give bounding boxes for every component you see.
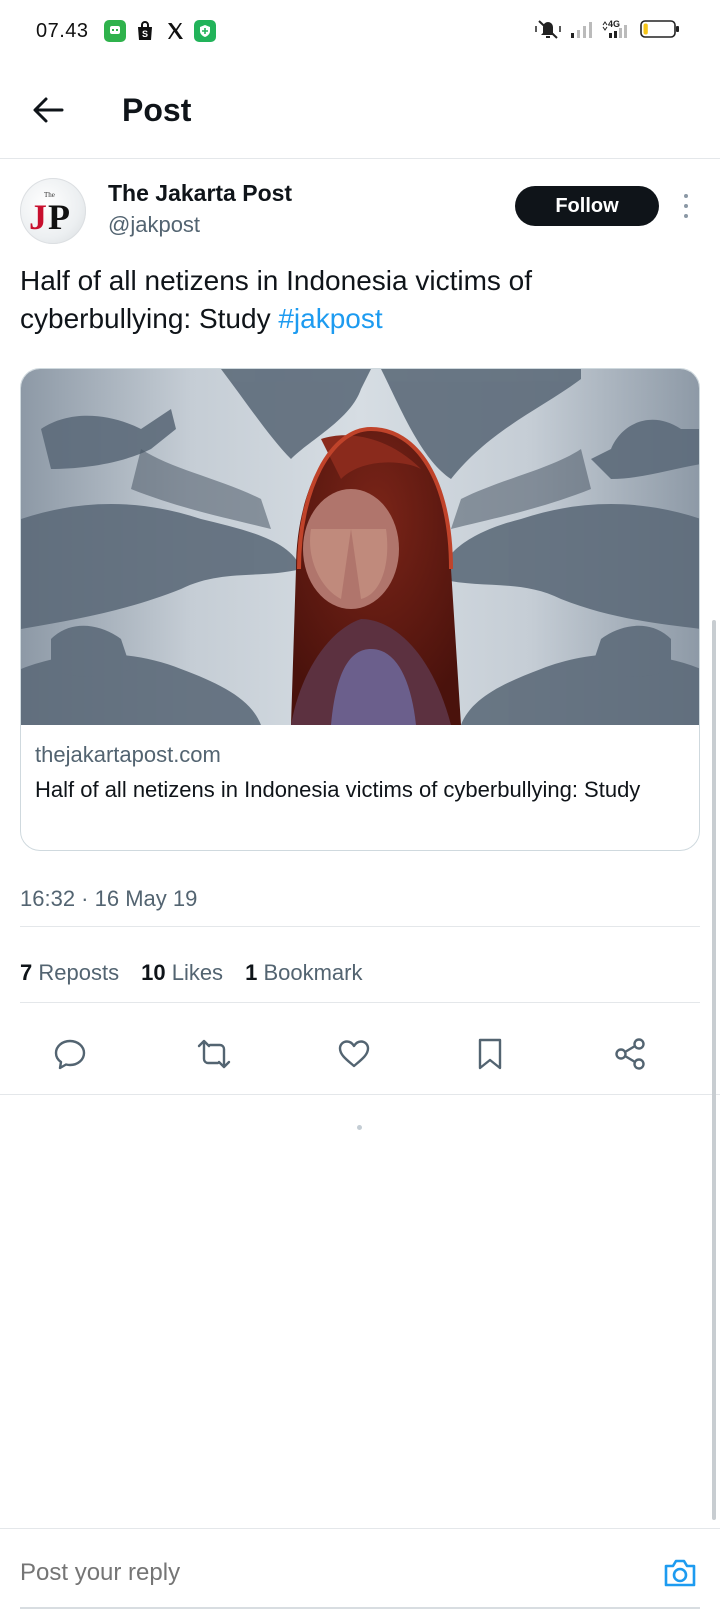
status-indicators: 4G bbox=[534, 18, 680, 40]
follow-button[interactable]: Follow bbox=[515, 186, 659, 226]
like-button[interactable] bbox=[330, 1030, 378, 1078]
shield-app-icon bbox=[194, 20, 216, 42]
camera-button[interactable] bbox=[660, 1553, 700, 1593]
jakarta-post-logo: The J P bbox=[29, 191, 70, 237]
svg-text:J: J bbox=[29, 197, 47, 237]
post-text: Half of all netizens in Indonesia victim… bbox=[20, 262, 700, 338]
loading-indicator bbox=[357, 1125, 362, 1130]
signal-bars-icon bbox=[571, 22, 592, 38]
stat-count: 7 bbox=[20, 960, 33, 985]
reply-underline bbox=[20, 1607, 700, 1609]
post-body: Half of all netizens in Indonesia victim… bbox=[20, 265, 533, 334]
card-domain: thejakartapost.com bbox=[35, 742, 221, 767]
stat-count: 1 bbox=[245, 960, 258, 985]
author-handle[interactable]: @jakpost bbox=[108, 212, 200, 238]
battery-icon bbox=[640, 20, 679, 38]
heart-icon bbox=[338, 1040, 370, 1068]
avatar[interactable]: The J P bbox=[20, 178, 86, 244]
stat-likes[interactable]: 10 Likes bbox=[141, 960, 223, 986]
more-dot-icon bbox=[684, 204, 688, 208]
status-time: 07.43 bbox=[36, 20, 89, 42]
x-logo-icon bbox=[164, 20, 186, 42]
post-timestamp[interactable]: 16:32 · 16 May 19 bbox=[20, 886, 197, 912]
stat-bookmarks[interactable]: 1 Bookmark bbox=[245, 960, 362, 986]
author-name[interactable]: The Jakarta Post bbox=[108, 180, 292, 207]
comment-icon bbox=[54, 1039, 86, 1070]
engagement-stats: 7 Reposts 10 Likes 1 Bookmark bbox=[20, 960, 362, 986]
bookmark-icon bbox=[478, 1038, 502, 1070]
divider bbox=[20, 1002, 700, 1003]
page-title: Post bbox=[122, 92, 192, 128]
reply-bar bbox=[0, 1528, 720, 1612]
repost-icon bbox=[197, 1039, 231, 1069]
card-title: Half of all netizens in Indonesia victim… bbox=[35, 777, 641, 802]
mute-vibrate-icon bbox=[535, 20, 561, 39]
scrollbar[interactable] bbox=[712, 620, 716, 1520]
svg-text:4G: 4G bbox=[608, 19, 620, 29]
more-options-button[interactable] bbox=[676, 190, 696, 222]
action-bar bbox=[0, 1030, 720, 1086]
camera-icon bbox=[664, 1559, 696, 1587]
stat-label: Bookmark bbox=[263, 960, 363, 985]
stat-count: 10 bbox=[141, 960, 166, 985]
reply-button[interactable] bbox=[46, 1030, 94, 1078]
more-dot-icon bbox=[684, 214, 688, 218]
divider bbox=[20, 926, 700, 927]
chat-app-icon bbox=[104, 20, 126, 42]
link-card[interactable]: thejakartapost.com Half of all netizens … bbox=[20, 368, 700, 851]
status-bar: 07.43 S 4G bbox=[0, 0, 720, 64]
arrow-left-icon bbox=[33, 97, 64, 123]
reply-input[interactable] bbox=[20, 1559, 580, 1587]
svg-text:S: S bbox=[142, 29, 148, 39]
hashtag-link[interactable]: #jakpost bbox=[278, 303, 382, 334]
article-illustration bbox=[21, 369, 699, 725]
stat-label: Reposts bbox=[38, 960, 120, 985]
more-dot-icon bbox=[684, 194, 688, 198]
bookmark-button[interactable] bbox=[466, 1030, 514, 1078]
share-icon bbox=[615, 1038, 645, 1070]
back-button[interactable] bbox=[28, 90, 68, 130]
repost-button[interactable] bbox=[190, 1030, 238, 1078]
stat-reposts[interactable]: 7 Reposts bbox=[20, 960, 119, 986]
post-header: Post bbox=[0, 64, 720, 159]
shop-bag-icon: S bbox=[134, 20, 156, 42]
share-button[interactable] bbox=[606, 1030, 654, 1078]
svg-text:P: P bbox=[48, 197, 70, 237]
stat-label: Likes bbox=[171, 960, 224, 985]
divider bbox=[0, 1094, 720, 1095]
status-app-icons: S bbox=[104, 20, 216, 42]
signal-4g-icon: 4G bbox=[602, 19, 627, 38]
